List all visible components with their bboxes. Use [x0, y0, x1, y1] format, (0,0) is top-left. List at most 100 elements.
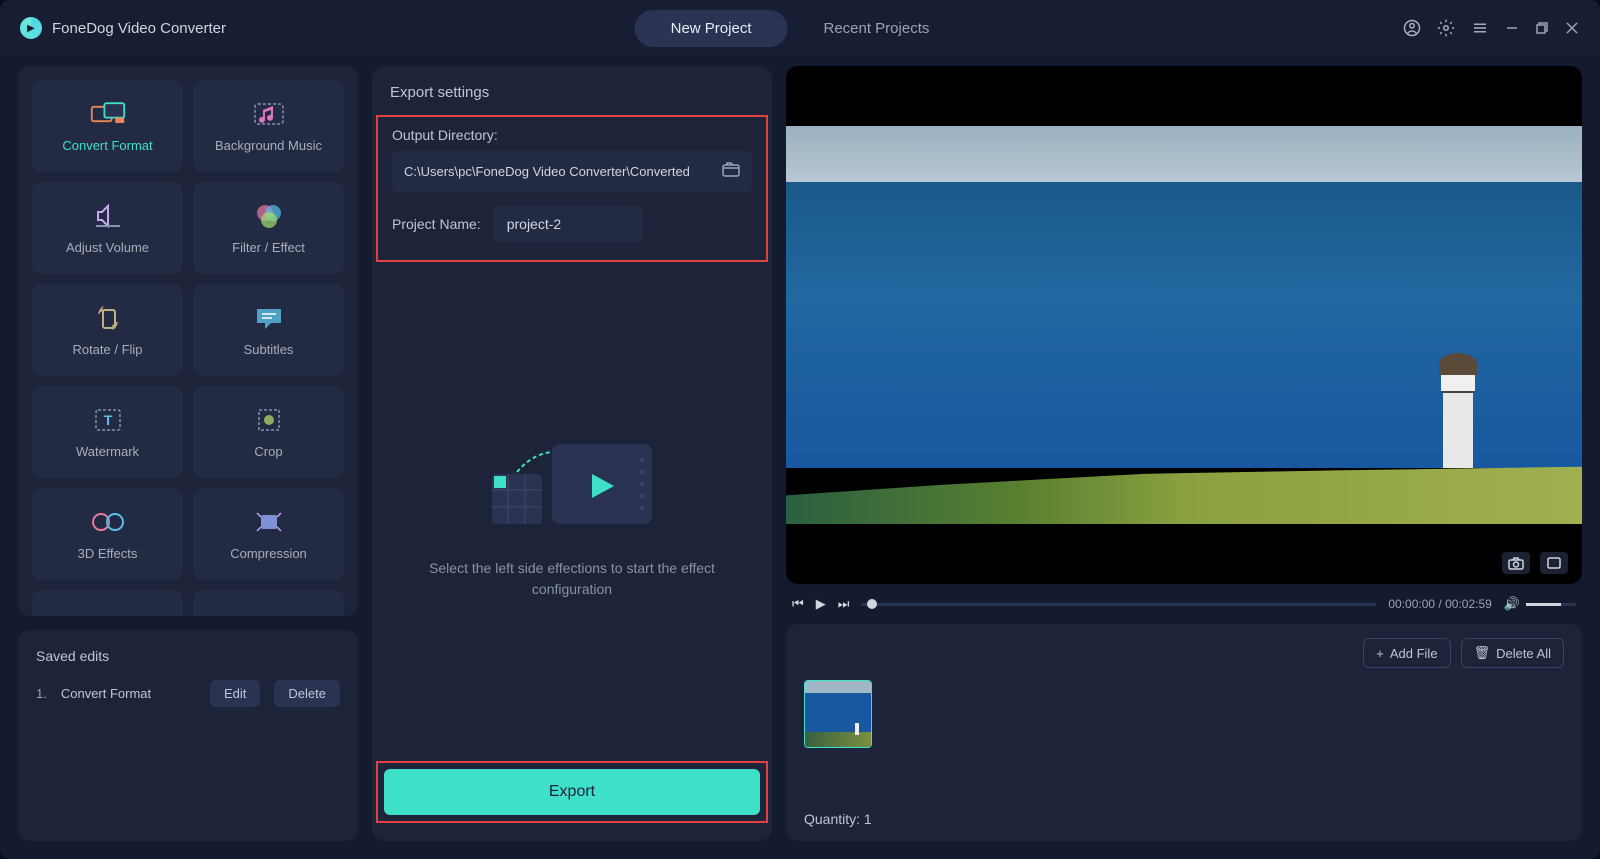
project-name-input[interactable] — [493, 206, 643, 242]
tool-label: Rotate / Flip — [72, 342, 142, 357]
watermark-icon: T — [90, 406, 126, 434]
tool-label: Adjust Volume — [66, 240, 149, 255]
filter-effect-icon — [251, 202, 287, 230]
output-directory-label: Output Directory: — [392, 127, 752, 143]
menu-icon[interactable] — [1470, 18, 1490, 38]
player-controls: ⏮ ▶ ⏭ 00:00:00 / 00:02:59 🔊 — [786, 596, 1582, 612]
delete-all-button[interactable]: 🗑 Delete All — [1461, 638, 1564, 668]
tool-convert-format[interactable]: Convert Format — [32, 80, 183, 172]
logo-icon — [20, 17, 42, 39]
titlebar-actions — [1402, 18, 1580, 38]
minimize-button[interactable] — [1504, 20, 1520, 36]
maximize-button[interactable] — [1534, 20, 1550, 36]
tools-grid: Convert Format Background Music Adjust V… — [32, 80, 344, 616]
skip-back-icon[interactable]: ⏮ — [792, 596, 804, 612]
file-thumbnail[interactable] — [804, 680, 872, 748]
crop-icon — [251, 406, 287, 434]
tool-label: Subtitles — [244, 342, 294, 357]
tool-background-music[interactable]: Background Music — [193, 80, 344, 172]
app-title: FoneDog Video Converter — [52, 20, 226, 37]
video-preview — [786, 126, 1582, 524]
delete-button[interactable]: Delete — [274, 680, 340, 707]
tool-watermark[interactable]: T Watermark — [32, 386, 183, 478]
video-panel: ⏮ ▶ ⏭ 00:00:00 / 00:02:59 🔊 + — [786, 66, 1582, 841]
progress-handle[interactable] — [867, 599, 877, 609]
close-button[interactable] — [1564, 20, 1580, 36]
file-thumbnails — [804, 680, 1564, 748]
effect-placeholder: Select the left side effections to start… — [372, 262, 772, 761]
tool-crop[interactable]: Crop — [193, 386, 344, 478]
tool-label: Compression — [230, 546, 307, 561]
placeholder-text: Select the left side effections to start… — [392, 558, 752, 600]
output-settings-highlight: Output Directory: C:\Users\pc\FoneDog Vi… — [376, 115, 768, 262]
tool-label: Convert Format — [62, 138, 152, 153]
tool-extra-2[interactable] — [193, 590, 344, 616]
tool-label: Background Music — [215, 138, 322, 153]
tool-label: 3D Effects — [78, 546, 138, 561]
project-name-row: Project Name: — [392, 206, 752, 242]
output-directory-row: Output Directory: C:\Users\pc\FoneDog Vi… — [392, 127, 752, 192]
three-d-effects-icon — [90, 508, 126, 536]
edit-button[interactable]: Edit — [210, 680, 260, 707]
files-panel: + Add File 🗑 Delete All Quantity: 1 — [786, 624, 1582, 841]
volume-control: 🔊 — [1504, 596, 1576, 612]
output-directory-input[interactable]: C:\Users\pc\FoneDog Video Converter\Conv… — [392, 151, 752, 192]
saved-edit-name: Convert Format — [61, 686, 196, 701]
snapshot-icon[interactable] — [1502, 552, 1530, 574]
tool-label: Filter / Effect — [232, 240, 305, 255]
saved-edits-panel: Saved edits 1. Convert Format Edit Delet… — [18, 630, 358, 841]
fullscreen-icon[interactable] — [1540, 552, 1568, 574]
tool-extra-1[interactable] — [32, 590, 183, 616]
tab-recent-projects[interactable]: Recent Projects — [787, 10, 965, 47]
compression-icon — [251, 508, 287, 536]
saved-edit-number: 1. — [36, 686, 47, 701]
export-settings-panel: Export settings Output Directory: C:\Use… — [372, 66, 772, 841]
convert-format-icon — [90, 100, 126, 128]
main-tabs: New Project Recent Projects — [635, 10, 966, 47]
add-file-button[interactable]: + Add File — [1363, 638, 1450, 668]
trash-icon: 🗑 — [1474, 645, 1491, 661]
skip-forward-icon[interactable]: ⏭ — [838, 596, 850, 612]
background-music-icon — [251, 100, 287, 128]
saved-edit-row: 1. Convert Format Edit Delete — [36, 680, 340, 707]
play-icon[interactable]: ▶ — [816, 596, 826, 612]
sidebar-left: Convert Format Background Music Adjust V… — [18, 66, 358, 841]
tool-label: Crop — [254, 444, 282, 459]
adjust-volume-icon — [90, 202, 126, 230]
files-header: + Add File 🗑 Delete All — [804, 638, 1564, 668]
svg-text:T: T — [103, 412, 112, 428]
folder-icon[interactable] — [722, 161, 740, 182]
main-content: Convert Format Background Music Adjust V… — [0, 56, 1600, 859]
gear-icon[interactable] — [1436, 18, 1456, 38]
subtitles-icon — [251, 304, 287, 332]
player-overlay-buttons — [1502, 552, 1568, 574]
tool-rotate-flip[interactable]: Rotate / Flip — [32, 284, 183, 376]
video-player[interactable] — [786, 66, 1582, 584]
project-name-label: Project Name: — [392, 216, 481, 232]
volume-icon[interactable]: 🔊 — [1504, 596, 1520, 612]
tool-subtitles[interactable]: Subtitles — [193, 284, 344, 376]
output-directory-value: C:\Users\pc\FoneDog Video Converter\Conv… — [404, 164, 722, 179]
tools-panel: Convert Format Background Music Adjust V… — [18, 66, 358, 616]
placeholder-graphic-icon — [482, 424, 662, 534]
progress-bar[interactable] — [861, 603, 1376, 606]
export-button[interactable]: Export — [384, 769, 760, 815]
tool-adjust-volume[interactable]: Adjust Volume — [32, 182, 183, 274]
time-display: 00:00:00 / 00:02:59 — [1388, 597, 1491, 611]
quantity-display: Quantity: 1 — [804, 811, 1564, 827]
export-settings-header: Export settings — [372, 84, 772, 115]
plus-icon: + — [1376, 646, 1384, 661]
rotate-flip-icon — [90, 304, 126, 332]
tool-3d-effects[interactable]: 3D Effects — [32, 488, 183, 580]
tab-new-project[interactable]: New Project — [635, 10, 788, 47]
export-button-highlight: Export — [376, 761, 768, 823]
titlebar: FoneDog Video Converter New Project Rece… — [0, 0, 1600, 56]
volume-slider[interactable] — [1526, 603, 1576, 606]
tool-compression[interactable]: Compression — [193, 488, 344, 580]
saved-edits-title: Saved edits — [36, 648, 340, 664]
tool-label: Watermark — [76, 444, 139, 459]
account-icon[interactable] — [1402, 18, 1422, 38]
tool-filter-effect[interactable]: Filter / Effect — [193, 182, 344, 274]
app-window: FoneDog Video Converter New Project Rece… — [0, 0, 1600, 859]
app-logo: FoneDog Video Converter — [20, 17, 226, 39]
